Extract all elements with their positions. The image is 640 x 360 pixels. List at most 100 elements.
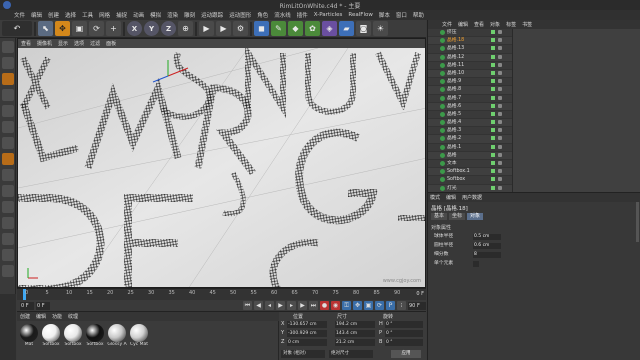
x-axis-lock-button[interactable]: X [127,21,142,36]
material-swatch[interactable]: Glossy A [107,324,127,354]
object-visibility-icon[interactable] [498,120,502,125]
position-value-field[interactable]: -130.657 cm [287,321,327,328]
object-enabled-check-icon[interactable] [491,144,495,149]
make-editable-icon[interactable] [2,41,14,53]
viewport-menu-item[interactable]: 面板 [106,40,116,47]
tweak-mode-icon[interactable] [2,169,14,181]
material-swatch[interactable]: Softbox [85,324,105,354]
auto-key-icon[interactable]: ◉ [331,301,340,310]
attribute-tab[interactable]: 对象 [467,213,484,220]
object-visibility-icon[interactable] [498,38,502,43]
object-visibility-icon[interactable] [498,152,502,157]
key-selection-icon[interactable]: ⚿ [342,301,351,310]
grid-icon[interactable] [2,265,14,277]
material-swatch[interactable]: Mat [19,324,39,354]
add-tool-icon[interactable]: + [106,21,121,36]
object-visibility-icon[interactable] [498,128,502,133]
object-enabled-check-icon[interactable] [491,185,495,190]
play-icon[interactable]: ▶ [276,301,285,310]
object-menu-item[interactable]: 查看 [474,21,484,28]
size-value-field[interactable]: 21.2 cm [335,339,375,346]
pen-spline-icon[interactable]: ✎ [271,21,286,36]
texture-mode-icon[interactable] [2,73,14,85]
object-enabled-check-icon[interactable] [491,111,495,116]
object-enabled-check-icon[interactable] [491,70,495,75]
menu-item[interactable]: 插件 [297,11,308,19]
object-visibility-icon[interactable] [498,46,502,51]
attribute-tab[interactable]: 坐标 [449,213,466,220]
previous-frame-icon[interactable]: ◂ [265,301,274,310]
edges-mode-icon[interactable] [2,121,14,133]
start-frame-field[interactable]: 0 F [20,301,34,310]
undo-button[interactable]: ↶ [2,21,32,36]
attribute-menu-item[interactable]: 用户数据 [462,194,482,201]
viewport-menu-item[interactable]: 选项 [74,40,84,47]
menu-item[interactable]: 选择 [65,11,76,19]
object-enabled-check-icon[interactable] [491,38,495,43]
material-swatch[interactable]: Cyc Mat [129,324,149,354]
attribute-field-value[interactable]: 0.6 cm [473,243,501,249]
go-to-start-icon[interactable]: ⏮ [243,301,252,310]
menu-item[interactable]: 工具 [82,11,93,19]
rotation-value-field[interactable]: 0 ° [385,339,423,346]
locked-workplane-icon[interactable] [2,201,14,213]
floor-icon[interactable]: ▰ [339,21,354,36]
material-menu-item[interactable]: 功能 [52,313,62,320]
param-key-icon[interactable]: P [386,301,395,310]
viewport-menu-item[interactable]: 摄像机 [37,40,52,47]
object-enabled-check-icon[interactable] [491,87,495,92]
material-menu-item[interactable]: 纹理 [68,313,78,320]
magnet-icon[interactable] [2,249,14,261]
light-icon[interactable]: ☀ [373,21,388,36]
position-value-field[interactable]: -300.929 cm [287,330,327,337]
material-swatch[interactable]: Softbox [41,324,61,354]
object-enabled-check-icon[interactable] [491,62,495,67]
menu-item[interactable]: X-Particles [314,12,343,18]
timeline-ruler[interactable]: 0 5 10 15 20 25 30 35 40 45 50 55 60 65 70 75 80 85 90 0 F [17,288,426,301]
material-menu-item[interactable]: 编辑 [36,313,46,320]
polygons-mode-icon[interactable] [2,137,14,149]
go-to-end-icon[interactable]: ⏭ [309,301,318,310]
menu-item[interactable]: 渲染 [167,11,178,19]
object-menu-item[interactable]: 对象 [490,21,500,28]
object-enabled-check-icon[interactable] [491,161,495,165]
object-visibility-icon[interactable] [498,111,502,116]
object-enabled-check-icon[interactable] [491,152,495,157]
position-key-icon[interactable]: ✥ [353,301,362,310]
rotation-key-icon[interactable]: ⟳ [375,301,384,310]
render-picture-viewer-icon[interactable]: ▶ [216,21,231,36]
render-settings-icon[interactable]: ⚙ [233,21,248,36]
array-icon[interactable]: ✿ [305,21,320,36]
object-menu-item[interactable]: 标签 [506,21,516,28]
size-value-field[interactable]: 194.2 cm [335,321,375,328]
viewport-menu-item[interactable]: 显示 [58,40,68,47]
object-enabled-check-icon[interactable] [491,169,495,174]
model-mode-icon[interactable] [2,57,14,69]
position-value-field[interactable]: 0 cm [287,339,327,346]
menu-item[interactable]: 帮助 [413,11,424,19]
attribute-checkbox[interactable] [473,261,479,267]
material-swatch[interactable]: Softbox [63,324,83,354]
cube-icon[interactable]: ◼ [254,21,269,36]
next-key-icon[interactable]: ▶ [298,301,307,310]
points-mode-icon[interactable] [2,105,14,117]
object-visibility-icon[interactable] [498,95,502,100]
object-enabled-check-icon[interactable] [491,95,495,100]
object-visibility-icon[interactable] [498,79,502,84]
previous-key-icon[interactable]: ◀ [254,301,263,310]
record-icon[interactable]: ● [320,301,329,310]
viewport-menu-item[interactable]: 过滤 [90,40,100,47]
next-frame-icon[interactable]: ▸ [287,301,296,310]
object-enabled-check-icon[interactable] [491,177,495,182]
menu-item[interactable]: 文件 [14,11,25,19]
object-visibility-icon[interactable] [498,62,502,67]
rotate-tool-icon[interactable]: ⟳ [89,21,104,36]
object-visibility-icon[interactable] [498,54,502,59]
camera-icon[interactable]: ◙ [356,21,371,36]
live-selection-icon[interactable]: ⬉ [38,21,53,36]
menu-item[interactable]: 编辑 [31,11,42,19]
menu-item[interactable]: 网格 [99,11,110,19]
menu-item[interactable]: 运动图形 [229,11,251,19]
workplane-icon[interactable] [2,89,14,101]
attribute-menu-item[interactable]: 模式 [430,194,440,201]
